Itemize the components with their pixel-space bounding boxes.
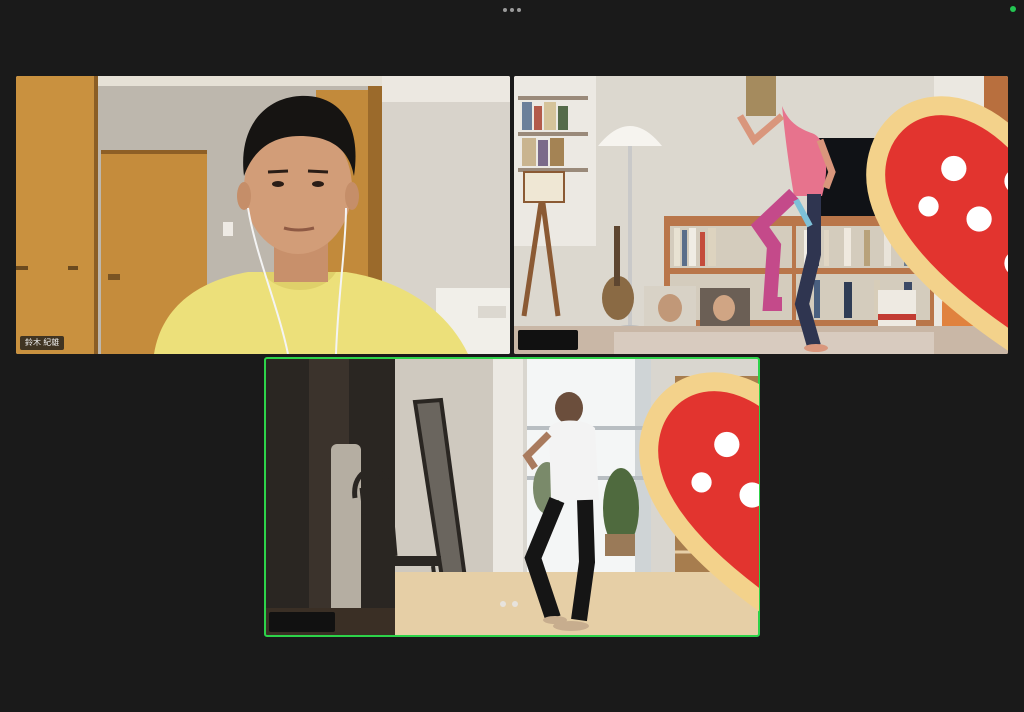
heart-sticker-icon	[639, 372, 759, 612]
more-dots-icon	[503, 8, 507, 12]
video-tile-participant-3[interactable]	[264, 357, 760, 637]
more-options-button[interactable]	[502, 6, 522, 14]
video-tile-participant-1[interactable]: 鈴木 紀雄	[16, 76, 510, 354]
page-dot-1[interactable]	[500, 601, 506, 607]
heart-sticker-icon	[866, 96, 1008, 351]
participant-name-label: 鈴木 紀雄	[20, 336, 65, 350]
gallery-pagination[interactable]	[500, 601, 518, 607]
connection-status-icon	[1010, 6, 1016, 12]
participant-name-label	[269, 612, 335, 632]
page-dot-2[interactable]	[512, 601, 518, 607]
participant-name-label	[518, 330, 578, 350]
video-tile-participant-2[interactable]	[514, 76, 1008, 354]
video-feed-1	[16, 76, 510, 354]
